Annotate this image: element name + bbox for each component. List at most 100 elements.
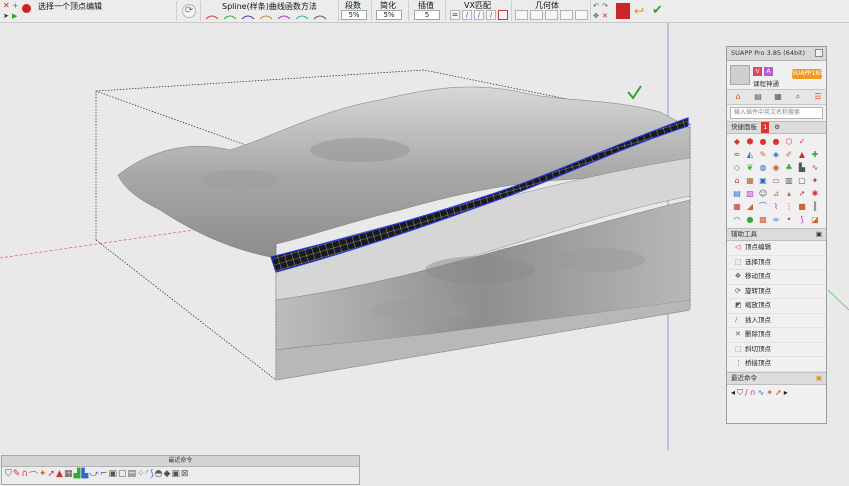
recent-spline-icon[interactable]: ∿: [758, 388, 765, 398]
hook-icon[interactable]: ⤻: [89, 469, 99, 482]
quick-panel-header[interactable]: 快捷面板 1 ⚙: [727, 121, 826, 134]
window-icon[interactable]: ▣: [108, 469, 117, 482]
tool-cube-icon[interactable]: ◆: [731, 136, 743, 148]
list-item[interactable]: ⋮ 桥接顶点: [727, 357, 826, 372]
tool-pin-icon[interactable]: ✦: [809, 175, 821, 187]
shape-icon[interactable]: ◆: [163, 469, 170, 482]
pencil-icon[interactable]: ✎: [13, 469, 21, 482]
tool-arc-icon[interactable]: ◠: [731, 214, 743, 226]
scroll-right-icon[interactable]: ▸: [784, 388, 788, 398]
pointer-icon[interactable]: ➤: [3, 12, 11, 20]
exit-tool-icon[interactable]: [616, 3, 630, 19]
list-item[interactable]: ◩ 缩放顶点: [727, 299, 826, 314]
library-tab-icon[interactable]: ▤: [751, 91, 765, 103]
recent-settings-icon[interactable]: ▣: [816, 373, 822, 384]
sweep-icon[interactable]: ⟆: [150, 469, 154, 482]
tool-fill-icon[interactable]: ▲: [796, 149, 808, 161]
dome-icon[interactable]: ◓: [155, 469, 163, 482]
tool-ruler-icon[interactable]: ⊿: [770, 188, 782, 200]
cone-icon[interactable]: ▲: [56, 469, 63, 482]
tool-nodes-icon[interactable]: ⋮: [783, 201, 795, 213]
suapp-title-bar[interactable]: SUAPP Pro 3.85 (64bit): [727, 47, 826, 61]
tool-arrow-icon[interactable]: ➚: [796, 188, 808, 200]
arc-icon[interactable]: ◜: [146, 469, 150, 482]
tool-mesh-icon[interactable]: ▩: [757, 214, 769, 226]
tool-star-icon[interactable]: ✱: [809, 188, 821, 200]
scroll-left-icon[interactable]: ◂: [731, 388, 735, 398]
recent-arrow-icon[interactable]: ➚: [775, 388, 782, 398]
tool-eye-icon[interactable]: ◉: [770, 162, 782, 174]
frame-icon[interactable]: ▢: [118, 469, 127, 482]
tool-blue-icon[interactable]: ◭: [744, 149, 756, 161]
grid-icon[interactable]: ▦: [64, 469, 73, 482]
tool-grid-icon[interactable]: ▦: [731, 201, 743, 213]
add-point-icon[interactable]: +: [12, 2, 20, 10]
slab-shape-icon[interactable]: [575, 10, 588, 20]
recent-pin-icon[interactable]: ✦: [766, 388, 773, 398]
tool-person-icon[interactable]: ☺: [757, 188, 769, 200]
tool-square-icon[interactable]: ■: [796, 201, 808, 213]
tool-circle-icon[interactable]: ●: [757, 136, 769, 148]
tool-rainbow-icon[interactable]: ▧: [744, 188, 756, 200]
tool-circle2-icon[interactable]: ●: [770, 136, 782, 148]
panel-icon[interactable]: ▤: [128, 469, 137, 482]
tool-cone-icon[interactable]: ▴: [783, 188, 795, 200]
list-item[interactable]: ⟳ 旋转顶点: [727, 285, 826, 299]
search-tab-icon[interactable]: ⌕: [791, 91, 805, 103]
stairs-icon[interactable]: ▙: [81, 469, 88, 482]
plugin-search-input[interactable]: 输入插件中英文名称搜索: [730, 107, 823, 119]
segments-field[interactable]: 5%: [341, 10, 367, 20]
tool-wave-icon[interactable]: ≈: [731, 149, 743, 161]
recent-curve-icon[interactable]: ∕: [745, 388, 748, 398]
collapse-icon[interactable]: ▣: [816, 229, 822, 240]
envelope-shape-icon[interactable]: [560, 10, 573, 20]
tool-brick-icon[interactable]: ▦: [744, 175, 756, 187]
curve-match-3-icon[interactable]: ∕: [486, 10, 496, 20]
panel-close-icon[interactable]: [815, 49, 823, 57]
confirm-check-icon[interactable]: ✔: [652, 4, 666, 18]
avatar[interactable]: [730, 65, 750, 85]
arch-icon[interactable]: ⌒: [29, 469, 38, 482]
grid-shape-icon[interactable]: [515, 10, 528, 20]
shield-icon[interactable]: ⛉: [5, 469, 12, 482]
box-icon[interactable]: [498, 10, 508, 20]
tool-bars-icon[interactable]: ▥: [783, 175, 795, 187]
tool-arch-icon[interactable]: ⌒: [757, 201, 769, 213]
list-item[interactable]: ⬚ 斜切顶点: [727, 343, 826, 357]
tool-wedge-icon[interactable]: ◢: [744, 201, 756, 213]
tool-diamond-icon[interactable]: ◇: [731, 162, 743, 174]
tool-check-icon[interactable]: ✓: [796, 136, 808, 148]
chart-icon[interactable]: ▟: [73, 469, 80, 482]
menu-tab-icon[interactable]: ☰: [811, 91, 825, 103]
recent-bar-label[interactable]: 最近命令: [2, 456, 359, 467]
undo-icon[interactable]: ↶: [593, 2, 601, 10]
arrow-icon[interactable]: ➚: [47, 469, 55, 482]
tool-window-icon[interactable]: ▣: [757, 175, 769, 187]
tool-sweep-icon[interactable]: ⟆: [796, 214, 808, 226]
delete-icon[interactable]: ✕: [602, 12, 610, 20]
tool-blob-icon[interactable]: ●: [744, 214, 756, 226]
corner-icon[interactable]: ⌐: [100, 469, 108, 482]
pin-icon[interactable]: ✦: [39, 469, 47, 482]
tool-house-icon[interactable]: ⌂: [731, 175, 743, 187]
list-item[interactable]: ✕ 删除顶点: [727, 328, 826, 343]
tool-tree-icon[interactable]: ♣: [783, 162, 795, 174]
move-icon[interactable]: ✥: [593, 12, 601, 20]
plane-shape-icon[interactable]: [530, 10, 543, 20]
curve-match-2-icon[interactable]: ∕: [474, 10, 484, 20]
interp-field[interactable]: 5: [414, 10, 440, 20]
spline-curve-icons[interactable]: [204, 11, 340, 21]
settings-gear-icon[interactable]: ⚙: [774, 123, 780, 131]
back-arrow-icon[interactable]: ↩: [634, 4, 648, 18]
list-item[interactable]: ⬚ 选择顶点: [727, 256, 826, 270]
tool-leaf-icon[interactable]: ❦: [744, 162, 756, 174]
recent-header[interactable]: 最近命令 ▣: [727, 371, 826, 385]
tool-stairs-icon[interactable]: ▙: [796, 162, 808, 174]
tool-hexagon-icon[interactable]: ⬢: [744, 136, 756, 148]
version-badge[interactable]: SUAPP185: [792, 69, 823, 79]
tool-shape-icon[interactable]: ⬡: [783, 136, 795, 148]
tool-box-icon[interactable]: ◪: [809, 214, 821, 226]
tool-frame-icon[interactable]: ▢: [796, 175, 808, 187]
curve-match-icon[interactable]: ∕: [462, 10, 472, 20]
box-icon[interactable]: ▣: [171, 469, 180, 482]
